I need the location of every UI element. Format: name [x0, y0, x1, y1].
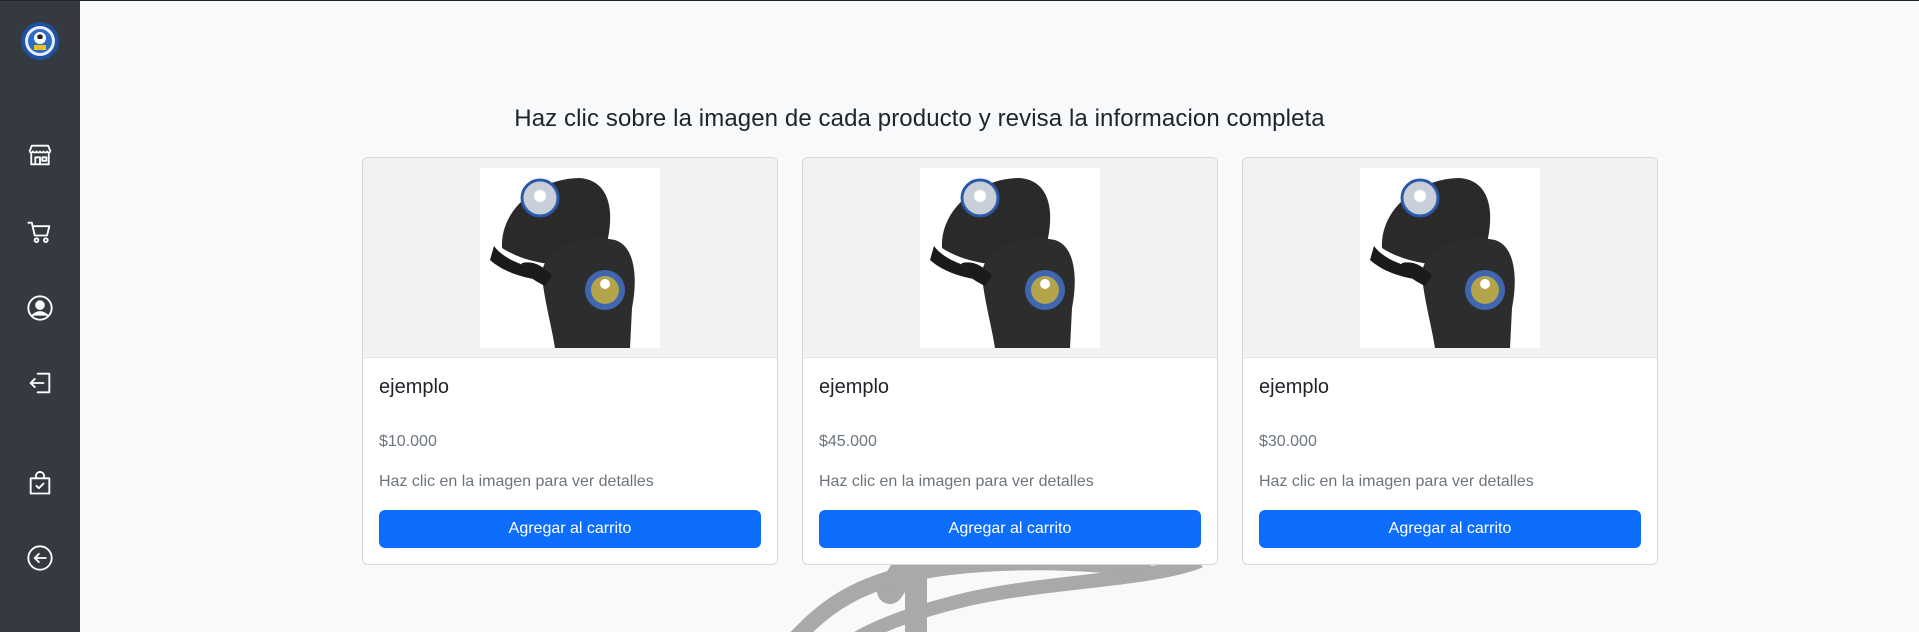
bag-check-icon[interactable]	[20, 463, 60, 503]
product-price: $30.000	[1259, 433, 1317, 450]
add-to-cart-button[interactable]: Agregar al carrito	[819, 510, 1201, 548]
club-logo[interactable]	[20, 21, 60, 61]
product-image[interactable]	[480, 167, 660, 348]
product-price: $45.000	[819, 433, 877, 450]
product-image-link[interactable]	[803, 158, 1217, 358]
add-to-cart-button[interactable]: Agregar al carrito	[379, 510, 761, 548]
product-image[interactable]	[1360, 167, 1540, 348]
exit-door-icon[interactable]	[20, 363, 60, 403]
product-card: ejemplo $30.000 Haz clic en la imagen pa…	[1242, 157, 1658, 565]
product-image[interactable]	[920, 167, 1100, 348]
product-title: ejemplo	[819, 376, 890, 398]
shop-icon[interactable]	[20, 135, 60, 175]
product-image-link[interactable]	[1243, 158, 1657, 358]
product-price: $10.000	[379, 433, 437, 450]
add-to-cart-button[interactable]: Agregar al carrito	[1259, 510, 1641, 548]
product-card: ejemplo $45.000 Haz clic en la imagen pa…	[802, 157, 1218, 565]
product-hint: Haz clic en la imagen para ver detalles	[379, 473, 654, 490]
arrow-left-circle-icon[interactable]	[20, 538, 60, 578]
product-card: ejemplo $10.000 Haz clic en la imagen pa…	[362, 157, 778, 565]
product-image-link[interactable]	[363, 158, 777, 358]
page-heading: Haz clic sobre la imagen de cada product…	[514, 105, 1325, 132]
cart-icon[interactable]	[20, 212, 60, 252]
product-title: ejemplo	[379, 376, 450, 398]
product-hint: Haz clic en la imagen para ver detalles	[819, 473, 1094, 490]
product-hint: Haz clic en la imagen para ver detalles	[1259, 473, 1534, 490]
product-title: ejemplo	[1259, 376, 1330, 398]
main-content: Haz clic sobre la imagen de cada product…	[80, 1, 1919, 632]
sidebar	[0, 1, 80, 632]
user-circle-icon[interactable]	[20, 288, 60, 328]
